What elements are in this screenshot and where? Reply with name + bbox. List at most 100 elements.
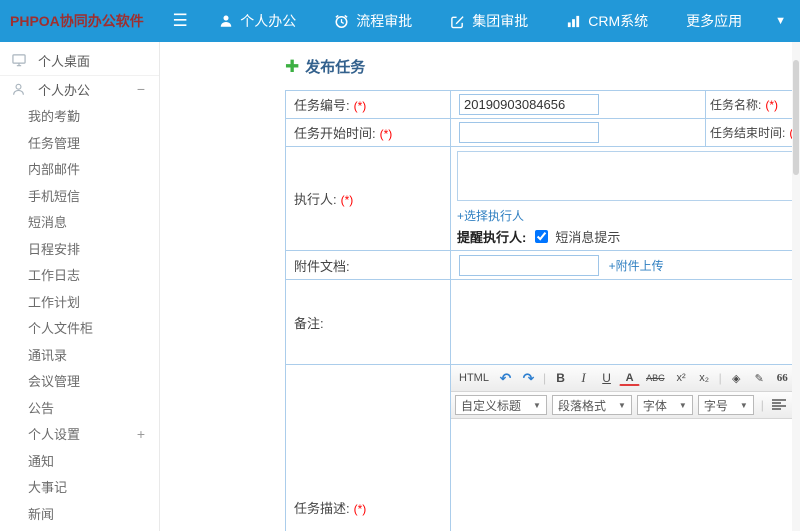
expand-icon[interactable]: + xyxy=(137,426,145,442)
rich-text-editor: HTML ↶ ↷ | B I U A ABC x² x₂ | ◈ ✎ 66 自定… xyxy=(451,365,800,531)
sidebar-item-contacts[interactable]: 通讯录 xyxy=(0,341,159,368)
required-mark: (*) xyxy=(340,193,354,207)
attachment-field-cell: +附件上传 xyxy=(450,250,800,280)
sidebar-item-label: 手机短信 xyxy=(28,188,81,204)
underline-button[interactable]: U xyxy=(596,368,617,388)
sidebar-item-personal-desktop[interactable]: 个人桌面 xyxy=(0,46,159,76)
strikethrough-button[interactable]: ABC xyxy=(642,368,669,388)
html-source-button[interactable]: HTML xyxy=(455,368,493,388)
process-approval-icon xyxy=(334,14,349,29)
redo-icon[interactable]: ↷ xyxy=(518,368,539,388)
sidebar-item-internal-mail[interactable]: 内部邮件 xyxy=(0,156,159,183)
editor-toolbar-row-2: 自定义标题 ▼ 段落格式 ▼ 字体 ▼ 字号 ▼ | xyxy=(451,392,800,419)
bold-button[interactable]: B xyxy=(550,368,571,388)
nav-more-apps[interactable]: 更多应用 xyxy=(667,0,761,42)
sidebar-item-schedule[interactable]: 日程安排 xyxy=(0,235,159,262)
menu-toggle-button[interactable]: ☰ xyxy=(160,0,200,42)
undo-icon[interactable]: ↶ xyxy=(495,368,516,388)
toolbar-separator: | xyxy=(718,371,722,385)
sidebar-item-label: 公告 xyxy=(28,400,55,416)
task-number-input[interactable] xyxy=(459,94,599,115)
nav-label: CRM系统 xyxy=(588,13,649,29)
nav-personal-office[interactable]: 个人办公 xyxy=(200,0,315,42)
page-title-text: 发布任务 xyxy=(305,59,366,76)
chevron-down-icon: ▼ xyxy=(533,400,541,410)
sidebar-item-personal-settings[interactable]: 个人设置 + xyxy=(0,421,159,448)
end-time-label-cell: 任务结束时间:(*) xyxy=(705,118,794,147)
sidebar-item-announcement[interactable]: 公告 xyxy=(0,394,159,421)
nav-label: 集团审批 xyxy=(472,13,529,29)
paragraph-format-select[interactable]: 段落格式 ▼ xyxy=(551,395,632,415)
chevron-down-icon: ▼ xyxy=(775,15,786,27)
sidebar-item-short-message[interactable]: 短消息 xyxy=(0,209,159,236)
align-left-icon[interactable] xyxy=(768,395,790,415)
chevron-down-icon: ▼ xyxy=(739,400,748,410)
attachment-input[interactable] xyxy=(459,255,599,276)
remark-textarea[interactable] xyxy=(451,280,800,364)
font-family-select[interactable]: 字体 ▼ xyxy=(636,395,693,415)
editor-toolbar-row-1: HTML ↶ ↷ | B I U A ABC x² x₂ | ◈ ✎ 66 xyxy=(451,365,800,392)
sidebar-item-meeting-management[interactable]: 会议管理 xyxy=(0,368,159,395)
sidebar-item-notification[interactable]: 通知 xyxy=(0,447,159,474)
sidebar-item-mobile-sms[interactable]: 手机短信 xyxy=(0,182,159,209)
font-family-label: 字体 xyxy=(642,398,667,413)
sidebar-item-label: 我的考勤 xyxy=(28,109,81,125)
italic-button[interactable]: I xyxy=(573,368,594,388)
custom-title-label: 自定义标题 xyxy=(461,398,522,413)
nav-group-approval[interactable]: 集团审批 xyxy=(431,0,547,42)
main-nav: 个人办公 流程审批 集团审批 CRM系统 更多应用 ▼ xyxy=(200,0,800,42)
nav-label: 个人办公 xyxy=(240,13,297,29)
task-name-label-cell: 任务名称: (*) xyxy=(705,90,794,119)
description-label-cell: 任务描述: (*) xyxy=(285,364,451,531)
sidebar-item-my-attendance[interactable]: 我的考勤 xyxy=(0,103,159,130)
format-brush-icon[interactable]: ✎ xyxy=(749,368,770,388)
font-color-button[interactable]: A xyxy=(619,370,641,386)
superscript-button[interactable]: x² xyxy=(671,368,692,388)
sidebar-item-news[interactable]: 新闻 xyxy=(0,500,159,527)
subscript-button[interactable]: x₂ xyxy=(694,368,715,388)
collapse-icon[interactable]: − xyxy=(137,81,145,97)
attachment-upload-link[interactable]: +附件上传 xyxy=(609,257,664,274)
sidebar-item-personal-office[interactable]: 个人办公 − xyxy=(0,76,159,103)
more-apps-caret[interactable]: ▼ xyxy=(761,0,800,42)
task-number-field-cell xyxy=(450,90,706,119)
crm-chart-icon xyxy=(566,14,581,29)
custom-title-select[interactable]: 自定义标题 ▼ xyxy=(455,395,547,415)
font-size-select[interactable]: 字号 ▼ xyxy=(697,395,754,415)
nav-process-approval[interactable]: 流程审批 xyxy=(315,0,431,42)
nav-label: 流程审批 xyxy=(356,13,413,29)
sidebar-item-label: 新闻 xyxy=(28,506,55,522)
executor-textarea[interactable] xyxy=(457,151,795,201)
desktop-icon xyxy=(12,54,29,67)
sidebar-item-label: 大事记 xyxy=(28,480,68,496)
sidebar-item-label: 任务管理 xyxy=(28,135,81,151)
nav-crm-system[interactable]: CRM系统 xyxy=(547,0,667,42)
sidebar-item-label: 个人办公 xyxy=(38,82,91,98)
sidebar-item-label: 个人文件柜 xyxy=(28,321,94,337)
sidebar-item-work-plan[interactable]: 工作计划 xyxy=(0,288,159,315)
vertical-scrollbar[interactable] xyxy=(792,42,800,531)
start-time-input[interactable] xyxy=(459,122,599,143)
sidebar-item-file-cabinet[interactable]: 个人文件柜 xyxy=(0,315,159,342)
required-mark: (*) xyxy=(353,502,367,516)
sidebar-item-work-log[interactable]: 工作日志 xyxy=(0,262,159,289)
remind-executor-row: 提醒执行人: 短消息提示 xyxy=(457,227,800,246)
scrollbar-thumb[interactable] xyxy=(793,60,799,175)
blockquote-button[interactable]: 66 xyxy=(772,368,793,388)
sms-remind-checkbox[interactable] xyxy=(535,230,549,243)
nav-label: 更多应用 xyxy=(686,13,743,29)
choose-executor-link[interactable]: +选择执行人 xyxy=(457,207,524,224)
remind-executor-label: 提醒执行人: xyxy=(457,230,527,245)
sidebar-item-label: 工作日志 xyxy=(28,268,81,284)
sidebar-item-label: 会议管理 xyxy=(28,374,81,390)
eraser-icon[interactable]: ◈ xyxy=(726,368,747,388)
description-label: 任务描述: xyxy=(294,501,350,516)
remark-label: 备注: xyxy=(294,315,324,331)
attachment-label: 附件文档: xyxy=(294,258,350,274)
editor-content[interactable] xyxy=(451,419,800,531)
task-form: 任务编号:(*) 任务名称:(*) 任务开始时间:(*) 任务结束时间 xyxy=(285,90,800,531)
sidebar-item-memorabilia[interactable]: 大事记 xyxy=(0,474,159,501)
sidebar-item-task-management[interactable]: 任务管理 xyxy=(0,129,159,156)
font-size-label: 字号 xyxy=(703,398,728,413)
main-content: ✚ 发布任务 任务编号:(*) 任务名称:(*) 任务开始时间:(*) xyxy=(160,42,800,531)
